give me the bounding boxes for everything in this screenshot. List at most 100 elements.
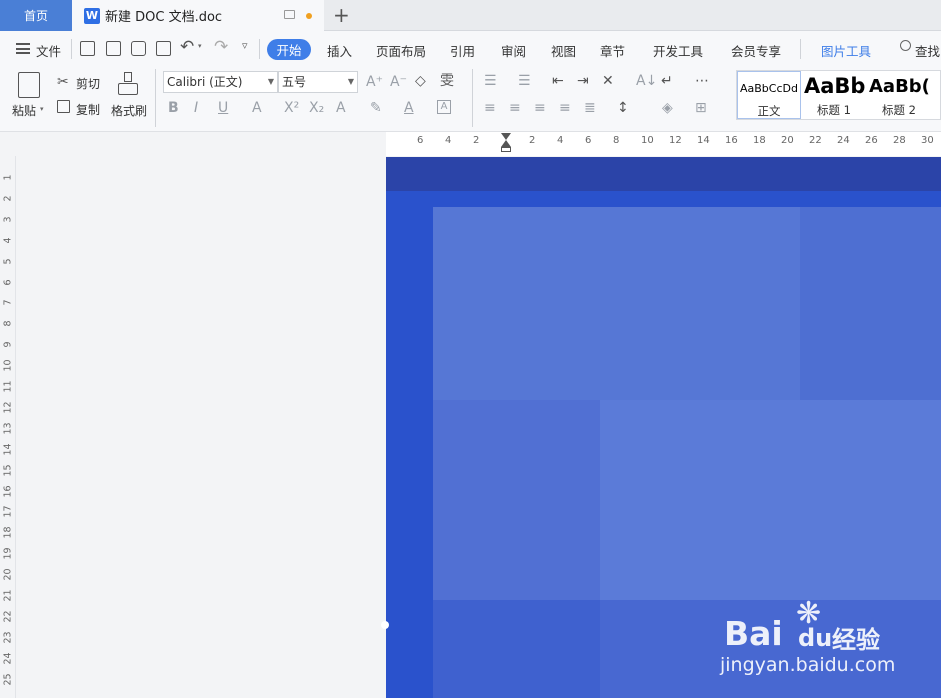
font-size-select[interactable]: 五号 ▼ bbox=[278, 71, 358, 93]
line-spacing-icon[interactable]: ↕ bbox=[617, 100, 629, 116]
menu-picture-tools-tab[interactable]: 图片工具 bbox=[821, 41, 871, 60]
table-tools-icon[interactable]: ⋯ bbox=[695, 73, 709, 89]
menu-developer-tab[interactable]: 开发工具 bbox=[653, 41, 703, 60]
save-icon[interactable] bbox=[80, 41, 95, 56]
distributed-align-icon[interactable]: ≣ bbox=[584, 100, 596, 116]
subscript-icon[interactable]: X₂ bbox=[309, 100, 324, 116]
bold-icon[interactable]: B bbox=[168, 100, 179, 116]
ruler-tick-label: 17 bbox=[2, 505, 14, 518]
align-left-icon[interactable]: ≡ bbox=[484, 100, 496, 116]
menu-references-tab[interactable]: 引用 bbox=[450, 41, 475, 60]
style-heading-1[interactable]: AaBb 标题 1 bbox=[802, 71, 866, 119]
ribbon-toolbar: 粘贴 ▾ ✂ 剪切 复制 格式刷 Calibri (正文) ▼ 五号 ▼ A⁺ A⁻… bbox=[0, 67, 941, 132]
ruler-tick-label: 8 bbox=[2, 320, 14, 327]
menu-view-tab[interactable]: 视图 bbox=[551, 41, 576, 60]
italic-icon[interactable]: I bbox=[194, 100, 198, 116]
clear-format-icon[interactable]: ◇ bbox=[415, 73, 426, 89]
paste-button[interactable]: 粘贴 bbox=[12, 102, 36, 119]
scissors-icon[interactable]: ✂ bbox=[57, 74, 69, 90]
image-top-band bbox=[386, 157, 941, 191]
ruler-tick-label: 4 bbox=[445, 135, 452, 146]
numbered-list-icon[interactable]: ☰ bbox=[518, 73, 531, 89]
increase-font-icon[interactable]: A⁺ bbox=[366, 74, 383, 90]
text-effects-icon[interactable]: A bbox=[336, 100, 346, 116]
align-center-icon[interactable]: ≡ bbox=[509, 100, 521, 116]
ruler-tick-label: 25 bbox=[2, 673, 14, 686]
export-pdf-icon[interactable] bbox=[106, 41, 121, 56]
format-painter-button[interactable]: 格式刷 bbox=[111, 102, 147, 119]
image-panel bbox=[600, 400, 941, 600]
customize-quick-access-icon[interactable]: ▿ bbox=[242, 39, 248, 52]
undo-icon[interactable]: ↶ bbox=[180, 37, 194, 57]
shading-icon[interactable]: ◈ bbox=[662, 100, 673, 116]
font-color-icon[interactable]: A bbox=[404, 100, 414, 116]
watermark-url: jingyan.baidu.com bbox=[720, 654, 896, 676]
menu-review-tab[interactable]: 审阅 bbox=[501, 41, 526, 60]
ruler-tick-label: 7 bbox=[2, 299, 14, 306]
redo-icon[interactable]: ↷ bbox=[214, 37, 228, 57]
ruler-tick-label: 23 bbox=[2, 631, 14, 644]
copy-icon[interactable] bbox=[57, 100, 70, 113]
style-normal[interactable]: AaBbCcDd 正文 bbox=[737, 71, 801, 119]
search-label[interactable]: 查找 bbox=[915, 41, 940, 60]
print-icon[interactable] bbox=[131, 41, 146, 56]
borders-icon[interactable]: ⊞ bbox=[695, 100, 707, 116]
new-tab-button[interactable]: + bbox=[333, 4, 350, 26]
watermark-brand: Bai bbox=[724, 614, 783, 653]
divider bbox=[259, 39, 260, 59]
format-painter-icon[interactable] bbox=[118, 72, 138, 98]
ruler-tick-label: 8 bbox=[613, 135, 620, 146]
font-name-select[interactable]: Calibri (正文) ▼ bbox=[163, 71, 278, 93]
divider bbox=[71, 39, 72, 59]
chinese-layout-icon[interactable]: ✕ bbox=[602, 73, 614, 89]
ruler-tick-label: 2 bbox=[473, 135, 480, 146]
menu-insert-tab[interactable]: 插入 bbox=[327, 41, 352, 60]
tab-document[interactable]: W 新建 DOC 文档.doc bbox=[72, 0, 324, 31]
undo-dropdown-icon[interactable]: ▾ bbox=[198, 42, 202, 50]
horizontal-ruler[interactable]: 6 4 2 2 4 6 8 10 12 14 16 18 20 22 24 26 28 30 bbox=[0, 132, 941, 156]
align-right-icon[interactable]: ≡ bbox=[534, 100, 546, 116]
character-border-icon[interactable]: A bbox=[437, 100, 451, 114]
search-icon[interactable] bbox=[900, 40, 911, 51]
monitor-icon[interactable] bbox=[284, 10, 295, 19]
styles-gallery: AaBbCcDd 正文 AaBb 标题 1 AaBb( 标题 2 bbox=[736, 70, 941, 120]
menu-chapter-tab[interactable]: 章节 bbox=[600, 41, 625, 60]
ruler-tick-label: 15 bbox=[2, 464, 14, 477]
menu-file[interactable]: 文件 bbox=[36, 41, 61, 60]
ruler-tick-label: 18 bbox=[753, 135, 766, 146]
ruler-tick-label: 12 bbox=[669, 135, 682, 146]
hamburger-icon[interactable] bbox=[16, 43, 30, 54]
decrease-font-icon[interactable]: A⁻ bbox=[390, 74, 407, 90]
ruler-tick-label: 21 bbox=[2, 589, 14, 602]
image-resize-handle[interactable] bbox=[381, 621, 389, 629]
highlight-icon[interactable]: ✎ bbox=[370, 100, 382, 116]
justify-icon[interactable]: ≡ bbox=[559, 100, 571, 116]
indent-marker-icon[interactable] bbox=[501, 133, 511, 153]
menu-page-layout-tab[interactable]: 页面布局 bbox=[376, 41, 426, 60]
menu-member-tab[interactable]: 会员专享 bbox=[731, 41, 781, 60]
vertical-ruler[interactable]: 1 2 3 4 5 6 7 8 9 10 11 12 13 14 15 16 17 18 19 20 21 22 23 24 2… bbox=[0, 156, 16, 698]
cut-button[interactable]: 剪切 bbox=[76, 75, 100, 92]
superscript-icon[interactable]: X² bbox=[284, 100, 299, 116]
ruler-tick-label: 5 bbox=[2, 258, 14, 265]
underline-icon[interactable]: U bbox=[218, 100, 228, 116]
strikethrough-icon[interactable]: A bbox=[252, 100, 262, 116]
decrease-indent-icon[interactable]: ⇤ bbox=[552, 73, 564, 89]
tab-home[interactable]: 首页 bbox=[0, 0, 72, 31]
ruler-tick-label: 6 bbox=[2, 278, 14, 286]
paste-dropdown-icon[interactable]: ▾ bbox=[40, 105, 44, 113]
image-panel bbox=[433, 600, 600, 698]
ruler-tick-label: 10 bbox=[641, 135, 654, 146]
increase-indent-icon[interactable]: ⇥ bbox=[577, 73, 589, 89]
menu-start-tab[interactable]: 开始 bbox=[267, 39, 311, 60]
paste-icon[interactable] bbox=[18, 72, 40, 98]
style-heading-2[interactable]: AaBb( 标题 2 bbox=[867, 71, 931, 119]
text-direction-icon[interactable]: A↓ bbox=[636, 73, 657, 89]
phonetic-guide-icon[interactable]: 雯 bbox=[440, 73, 454, 89]
print-preview-icon[interactable] bbox=[156, 41, 171, 56]
ruler-tick-label: 3 bbox=[2, 216, 14, 223]
divider bbox=[472, 69, 473, 127]
bullet-list-icon[interactable]: ☰ bbox=[484, 73, 497, 89]
paragraph-mark-icon[interactable]: ↵ bbox=[661, 73, 673, 89]
copy-button[interactable]: 复制 bbox=[76, 101, 100, 118]
